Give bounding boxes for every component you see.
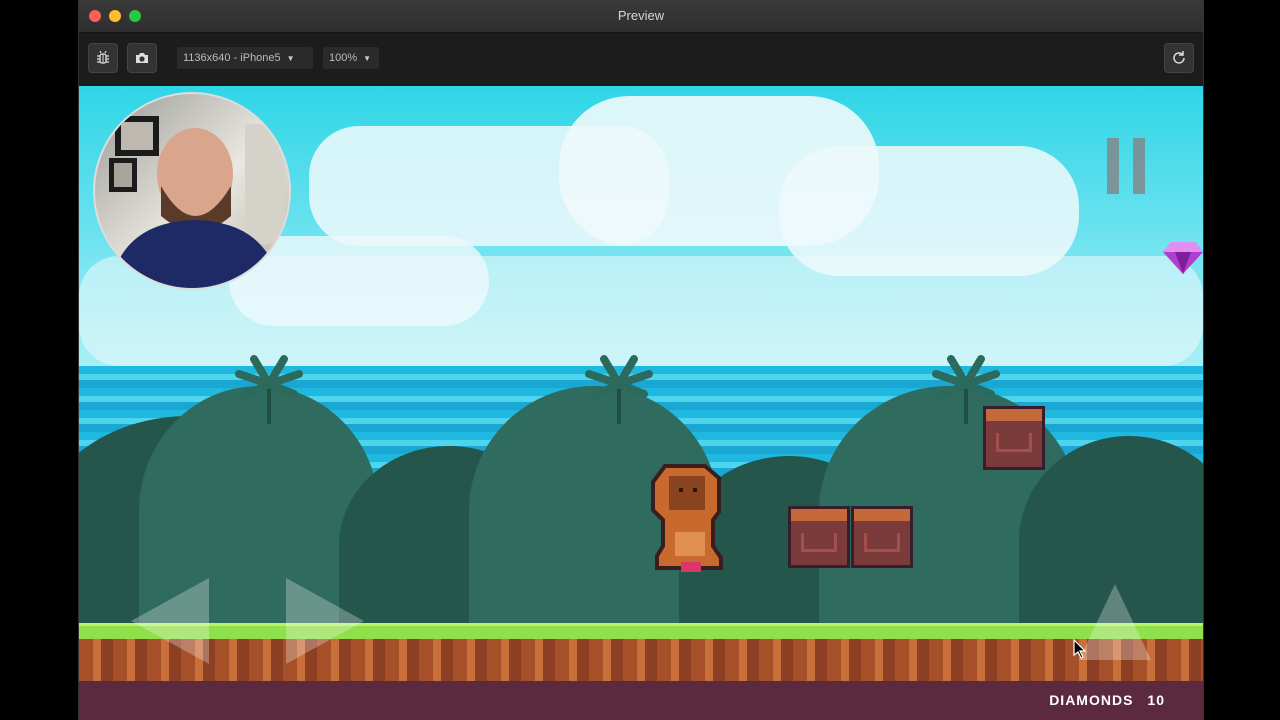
preview-window: Preview 1136x640 - iPhone5 ▼ 100% ▼ DIAM… bbox=[78, 0, 1204, 720]
up-arrow-icon bbox=[1079, 584, 1151, 660]
right-arrow-icon bbox=[286, 578, 364, 664]
device-select-value: 1136x640 - iPhone5 bbox=[183, 52, 281, 64]
title-bar: Preview bbox=[79, 0, 1203, 33]
move-left-button[interactable] bbox=[129, 576, 211, 666]
crate-block bbox=[983, 406, 1045, 470]
score-label: DIAMONDS bbox=[1049, 692, 1134, 708]
palm-tree bbox=[235, 355, 303, 424]
bug-icon bbox=[97, 50, 109, 64]
reload-button[interactable] bbox=[1164, 43, 1194, 73]
crate-block bbox=[788, 506, 850, 568]
zoom-select-value: 100% bbox=[329, 52, 358, 64]
window-title: Preview bbox=[617, 8, 665, 23]
device-select[interactable]: 1136x640 - iPhone5 ▼ bbox=[177, 47, 313, 69]
grass-strip bbox=[79, 623, 1203, 640]
player-character bbox=[651, 464, 723, 572]
ground-floor bbox=[79, 681, 1203, 720]
pause-button[interactable] bbox=[1105, 136, 1149, 196]
camera-icon bbox=[136, 53, 148, 63]
toolbar: 1136x640 - iPhone5 ▼ 100% ▼ bbox=[79, 33, 1203, 87]
chevron-down-icon: ▼ bbox=[363, 53, 372, 63]
zoom-select[interactable]: 100% ▼ bbox=[323, 47, 379, 69]
pause-icon bbox=[1107, 138, 1145, 194]
jump-button[interactable] bbox=[1077, 582, 1153, 662]
game-canvas[interactable]: DIAMONDS 10 bbox=[79, 86, 1203, 720]
palm-tree bbox=[585, 355, 653, 424]
score-value: 10 bbox=[1147, 692, 1165, 708]
diamond-icon bbox=[1163, 242, 1203, 274]
presenter-video bbox=[109, 116, 285, 288]
move-right-button[interactable] bbox=[284, 576, 366, 666]
crate-block bbox=[851, 506, 913, 568]
debug-button[interactable] bbox=[88, 43, 118, 73]
webcam-overlay bbox=[93, 92, 291, 290]
left-arrow-icon bbox=[131, 578, 209, 664]
reload-icon bbox=[1173, 51, 1185, 64]
screenshot-button[interactable] bbox=[127, 43, 157, 73]
chevron-down-icon: ▼ bbox=[286, 53, 295, 63]
mouse-cursor-icon bbox=[1073, 639, 1087, 659]
dirt-layer bbox=[79, 639, 1203, 681]
score-display: DIAMONDS 10 bbox=[1049, 692, 1165, 708]
